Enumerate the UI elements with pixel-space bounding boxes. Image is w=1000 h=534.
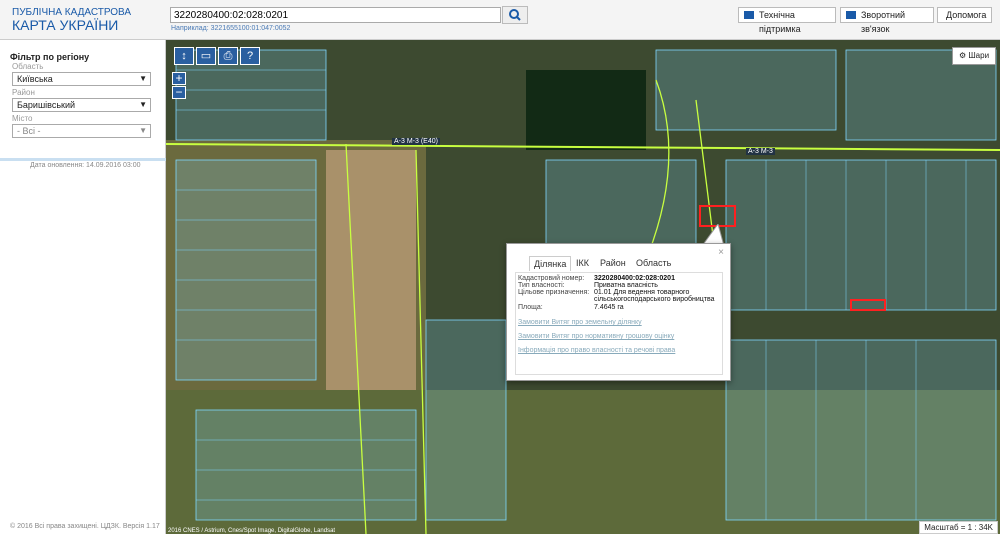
tab-ikk[interactable]: ІКК <box>572 256 593 270</box>
feedback-button[interactable]: Зворотний зв'язок <box>840 7 934 34</box>
field-value: 7.4645 га <box>594 304 624 311</box>
feedback-label: Зворотний зв'язок <box>861 10 906 34</box>
logo[interactable]: ПУБЛІЧНА КАДАСТРОВА КАРТА УКРАЇНИ <box>12 8 131 33</box>
field-key: Тип власності: <box>518 282 565 289</box>
order-valuation-extract-link[interactable]: Замовити Витяг про нормативну грошову оц… <box>518 333 674 340</box>
search-input[interactable] <box>170 7 501 23</box>
city-label: Місто <box>12 114 33 123</box>
city-value: - Всі - <box>17 126 41 136</box>
map[interactable]: А-3 М-3 (Е40) А-3 М-3 ↕ ▭ ⎙ ? + − ⚙ Шари… <box>166 40 1000 534</box>
district-select[interactable]: Баришівський ▼ <box>12 98 151 112</box>
wrench-icon <box>744 11 754 19</box>
search-icon <box>509 9 521 21</box>
tab-region[interactable]: Область <box>632 256 675 270</box>
help-button[interactable]: Допомога <box>937 7 992 23</box>
field-purpose: Цільове призначення: 01.01 Для ведення то… <box>518 289 719 303</box>
road-label: А-3 М-3 (Е40) <box>392 138 440 145</box>
update-date: Дата оновлення: 14.09.2016 03:00 <box>30 162 141 169</box>
divider <box>0 158 166 161</box>
tab-parcel[interactable]: Ділянка <box>529 256 572 271</box>
zoom-in-button[interactable]: + <box>172 72 186 85</box>
support-button[interactable]: Технічна підтримка <box>738 7 836 34</box>
field-ownership: Тип власності: Приватна власність <box>518 282 719 289</box>
field-value: 01.01 Для ведення товарного сільськогосп… <box>594 289 715 303</box>
region-select[interactable]: Київська ▼ <box>12 72 151 86</box>
logo-line2: КАРТА УКРАЇНИ <box>12 17 119 33</box>
field-value: Приватна власність <box>594 282 658 289</box>
map-scale: Масштаб = 1 : 34K <box>919 521 998 534</box>
support-label: Технічна підтримка <box>759 10 801 34</box>
zoom-out-button[interactable]: − <box>172 86 186 99</box>
field-key: Кадастровий номер: <box>518 275 585 282</box>
sidebar: Фільтр по регіону Область Київська ▼ Райо… <box>0 40 166 534</box>
filter-title: Фільтр по регіону <box>10 52 90 62</box>
measure-length-tool[interactable]: ↕ <box>174 47 194 65</box>
help-label: Допомога <box>946 10 987 20</box>
copyright: © 2016 Всі права захищені. ЦДЗК. Версія … <box>10 523 160 530</box>
search-button[interactable] <box>502 6 528 24</box>
measure-area-tool[interactable]: ▭ <box>196 47 216 65</box>
field-value: 3220280400:02:028:0201 <box>594 275 675 282</box>
layers-label: Шари <box>968 51 990 60</box>
printer-icon: ⎙ <box>223 50 233 62</box>
district-label: Район <box>12 88 35 97</box>
ownership-info-link[interactable]: Інформація про право власності та речові… <box>518 347 675 354</box>
region-value: Київська <box>17 74 53 84</box>
mail-icon <box>846 11 856 19</box>
popup-body: Кадастровий номер: 3220280400:02:028:0201… <box>515 272 723 375</box>
dropdown-arrow-icon: ▼ <box>139 100 147 109</box>
gear-icon: ⚙ <box>958 51 969 60</box>
header: ПУБЛІЧНА КАДАСТРОВА КАРТА УКРАЇНИ Наприк… <box>0 0 1000 40</box>
close-icon[interactable]: × <box>718 247 724 258</box>
layers-button[interactable]: ⚙ Шари <box>952 47 996 65</box>
region-label: Область <box>12 62 44 71</box>
order-parcel-extract-link[interactable]: Замовити Витяг про земельну ділянку <box>518 319 642 326</box>
imagery-attribution: 2016 CNES / Astrium, Cnes/Spot Image, Di… <box>168 528 336 534</box>
district-value: Баришівський <box>17 100 76 110</box>
city-select[interactable]: - Всі - ▼ <box>12 124 151 138</box>
field-cadastral: Кадастровий номер: 3220280400:02:028:0201 <box>518 275 719 282</box>
search-example: Наприклад: 3221655100:01:047:0052 <box>171 25 291 32</box>
cursor-question-icon: ? <box>246 50 254 62</box>
road-label: А-3 М-3 <box>746 148 775 155</box>
identify-tool[interactable]: ? <box>240 47 260 65</box>
field-key: Цільове призначення: <box>518 289 590 296</box>
field-area: Площа: 7.4645 га <box>518 304 719 311</box>
dropdown-arrow-icon: ▼ <box>139 74 147 83</box>
parcel-info-popup: × Ділянка ІКК Район Область Кадастровий … <box>506 243 731 381</box>
print-tool[interactable]: ⎙ <box>218 47 238 65</box>
field-key: Площа: <box>518 304 543 311</box>
tab-district[interactable]: Район <box>596 256 630 270</box>
dropdown-arrow-icon: ▼ <box>139 126 147 135</box>
